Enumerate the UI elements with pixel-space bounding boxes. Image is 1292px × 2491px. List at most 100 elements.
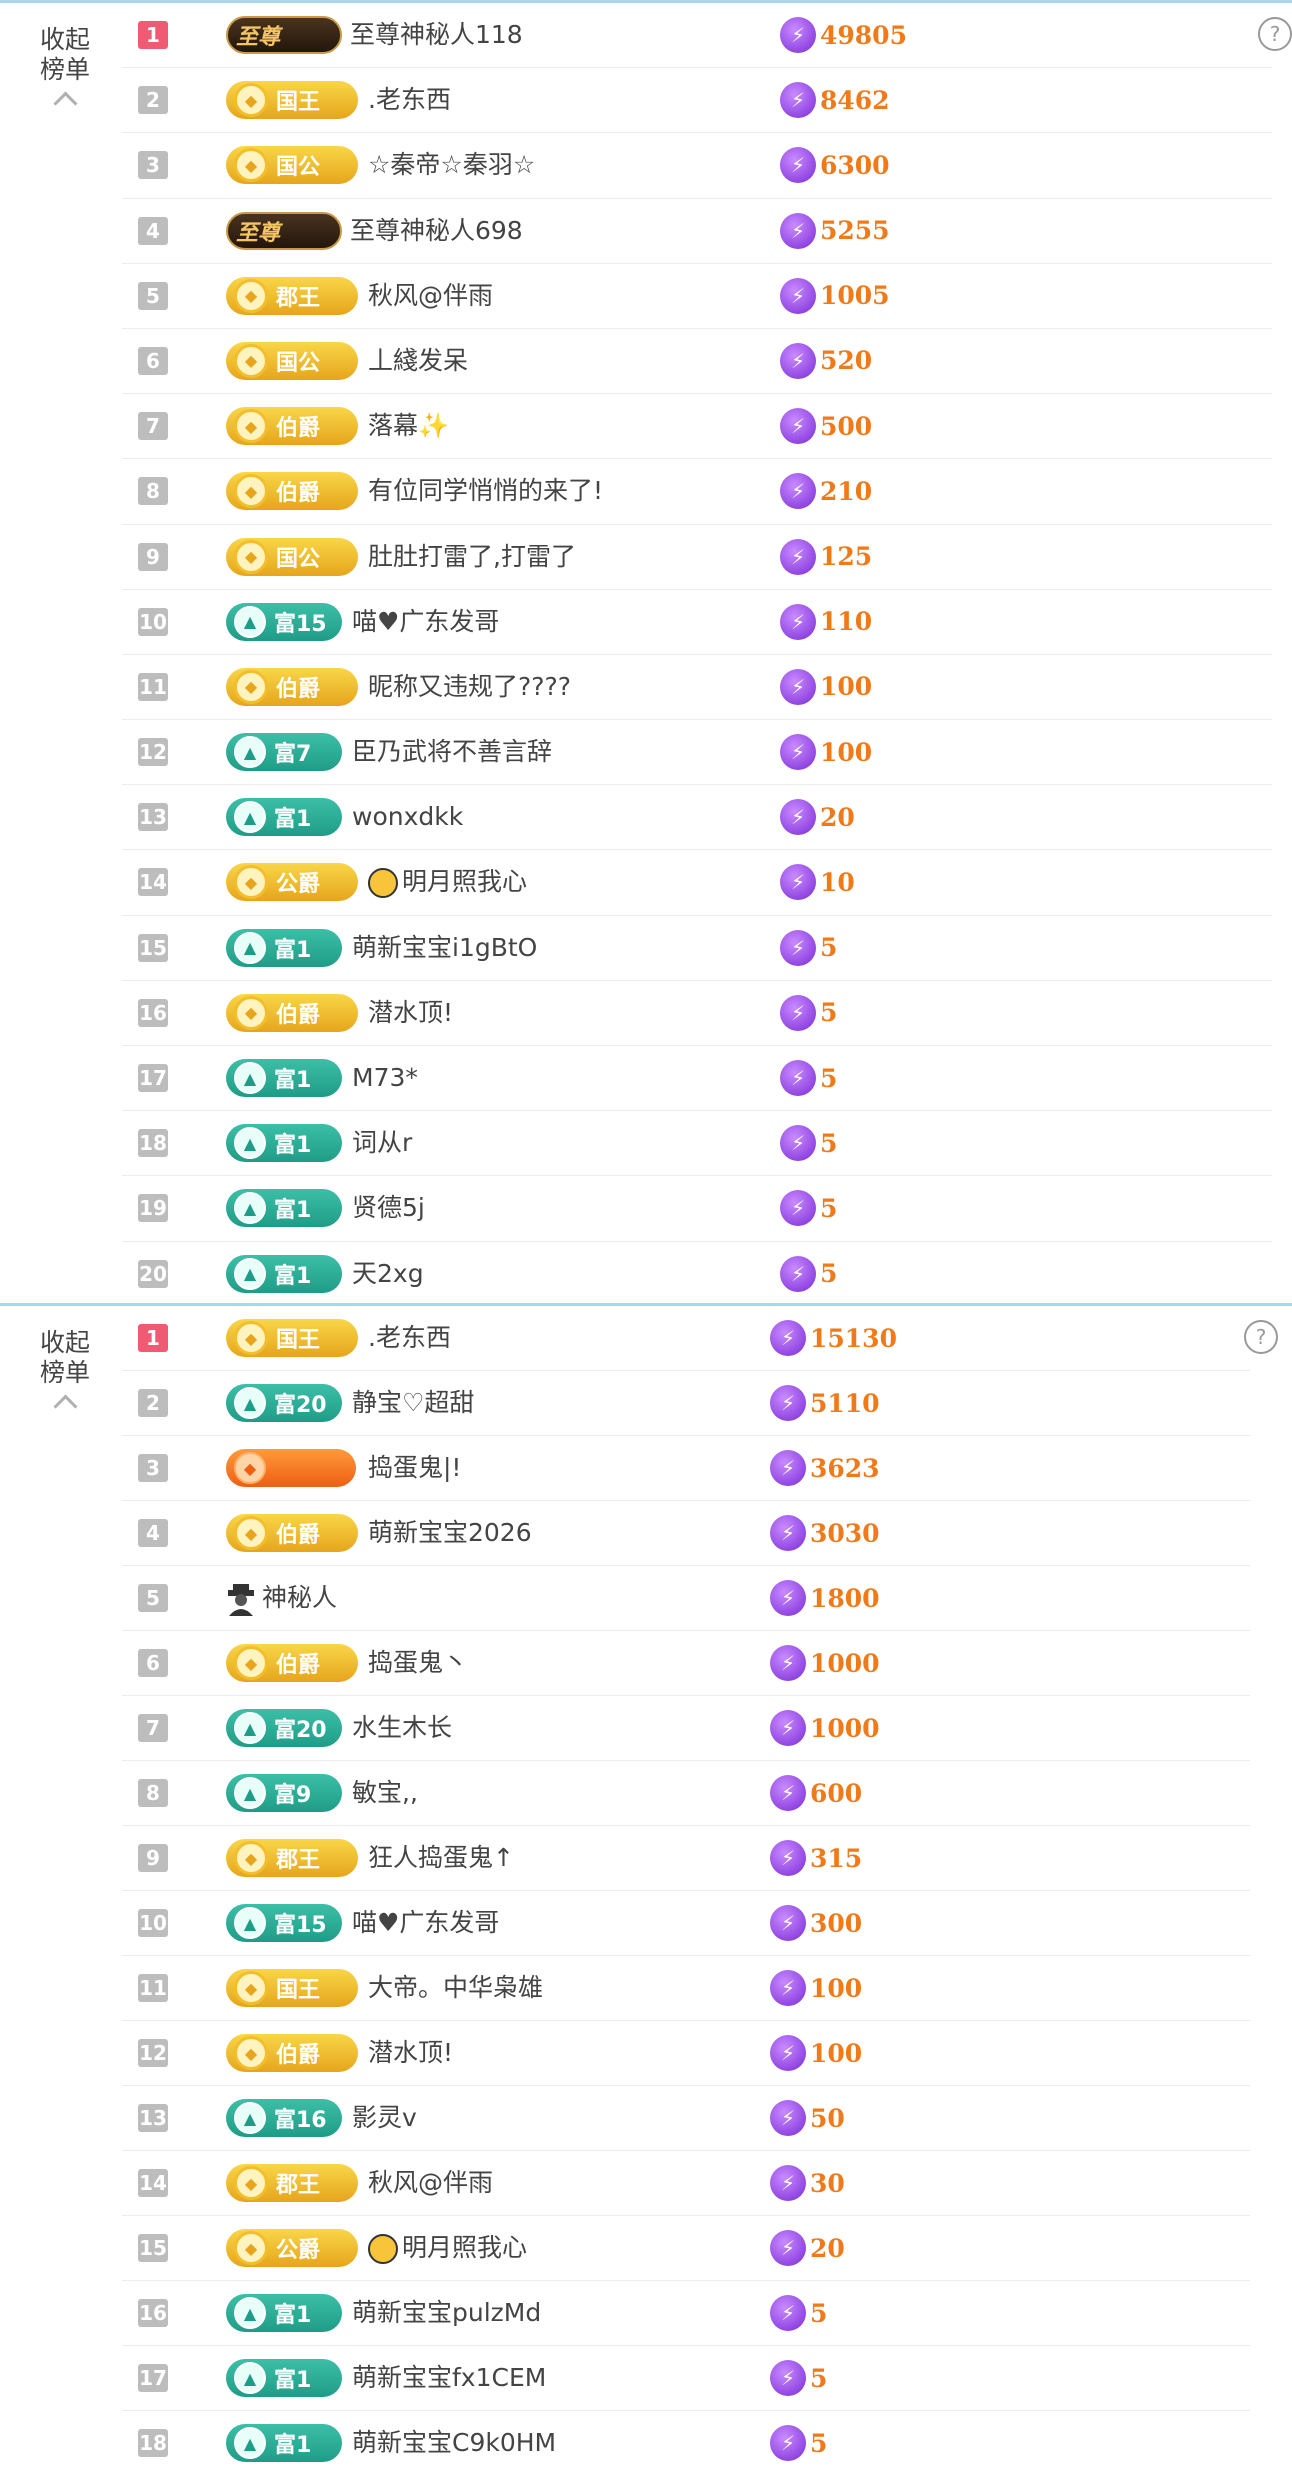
score: ⚡ 6300	[780, 147, 890, 184]
username[interactable]: 萌新宝宝2026	[368, 1517, 532, 1549]
username[interactable]: 秋风@伴雨	[368, 2167, 493, 2199]
leaderboard-panel-b: 收起 榜单 ? 1 ◆ 国王 .老东西 ⚡ 15130 2 ▲ 富20 静宝♡超甜 ⚡ 5110 3 ◆ 捣…	[0, 1303, 1292, 2491]
username[interactable]: wonxdkk	[352, 801, 463, 833]
username-text: 词从r	[352, 1128, 413, 1158]
username-text: M73*	[352, 1063, 418, 1092]
username-text: 萌新宝宝pulzMd	[352, 2298, 542, 2327]
leaderboard-row[interactable]: 10 ▲ 富15 喵♥广东发哥 ⚡ 300	[122, 1891, 1250, 1956]
leaderboard-row[interactable]: 6 ◆ 伯爵 捣蛋鬼丶 ⚡ 1000	[122, 1631, 1250, 1696]
leaderboard-row[interactable]: 7 ◆ 伯爵 落幕✨ ⚡ 500	[122, 394, 1272, 460]
username[interactable]: ☆秦帝☆秦羽☆	[368, 149, 535, 181]
username[interactable]: 昵称又违规了????	[368, 671, 571, 703]
badge-label: 富1	[274, 937, 312, 963]
username[interactable]: 词从r	[352, 1127, 412, 1159]
leaderboard-row[interactable]: 14 ◆ 郡王 秋风@伴雨 ⚡ 30	[122, 2151, 1250, 2216]
crown-icon: ◆	[234, 409, 268, 444]
leaderboard-row[interactable]: 6 ◆ 国公 丄綫发呆 ⚡ 520	[122, 329, 1272, 395]
crown-icon: ◆	[234, 2036, 268, 2070]
username[interactable]: 萌新宝宝C9k0HM	[352, 2427, 556, 2459]
badge-label: 富1	[274, 1198, 312, 1224]
rank-badge: ▲ 富1	[226, 1124, 342, 1163]
username[interactable]: 大帝。中华枭雄	[368, 1972, 543, 2004]
username[interactable]: 贤德5j	[352, 1192, 425, 1224]
leaderboard-row[interactable]: 4 ◆至尊至尊神秘人698 ⚡5255	[122, 199, 1272, 264]
badge-label: 国王	[276, 1978, 321, 2003]
username[interactable]: 神秘人	[262, 1582, 337, 1614]
leaderboard-row[interactable]: 17 ▲ 富1 M73* ⚡ 5	[122, 1046, 1272, 1112]
leaderboard-row[interactable]: 1 ◆ 国王 .老东西 ⚡ 15130	[122, 1306, 1250, 1371]
username[interactable]: 至尊神秘人698	[350, 215, 523, 247]
leaderboard-row[interactable]: 10 ▲ 富15 喵♥广东发哥 ⚡ 110	[122, 590, 1272, 655]
username[interactable]: 丄綫发呆	[368, 345, 468, 377]
username[interactable]: 静宝♡超甜	[352, 1387, 474, 1419]
rank-badge: ◆ 伯爵	[226, 407, 358, 446]
leaderboard-row[interactable]: 20 ▲ 富1 天2xg ⚡ 5	[122, 1242, 1272, 1307]
username[interactable]: 秋风@伴雨	[368, 280, 493, 312]
leaderboard-row[interactable]: 9 ◆ 郡王 狂人捣蛋鬼↑ ⚡ 315	[122, 1826, 1250, 1891]
username[interactable]: 萌新宝宝i1gBtO	[352, 932, 537, 964]
username[interactable]: 落幕✨	[368, 410, 449, 442]
leaderboard-row[interactable]: 15 ◆ 公爵 明月照我心 ⚡ 20	[122, 2216, 1250, 2281]
username[interactable]: 影灵v	[352, 2102, 417, 2134]
leaderboard-row[interactable]: 2 ▲ 富20 静宝♡超甜 ⚡ 5110	[122, 1371, 1250, 1436]
leaderboard-row[interactable]: 16 ▲ 富1 萌新宝宝pulzMd ⚡ 5	[122, 2281, 1250, 2346]
username-text: .老东西	[368, 1323, 451, 1352]
leaderboard-row[interactable]: 1 ◆至尊至尊神秘人118 ⚡49805	[122, 3, 1272, 69]
score-value: 15130	[810, 1323, 897, 1353]
leaderboard-row[interactable]: 15 ▲ 富1 萌新宝宝i1gBtO ⚡ 5	[122, 916, 1272, 981]
score: ⚡ 30	[770, 2165, 845, 2201]
leaderboard-row[interactable]: 7 ▲ 富20 水生木长 ⚡ 1000	[122, 1696, 1250, 1761]
triangle-icon: ▲	[234, 931, 266, 964]
username[interactable]: 敏宝,,	[352, 1777, 418, 1809]
leaderboard-row[interactable]: 2 ◆ 国王 .老东西 ⚡ 8462	[122, 68, 1272, 134]
username[interactable]: 臣乃武将不善言辞	[352, 736, 552, 768]
username[interactable]: 至尊神秘人118	[350, 19, 523, 51]
username[interactable]: 狂人捣蛋鬼↑	[368, 1842, 514, 1874]
leaderboard-row[interactable]: 12 ◆ 伯爵 潜水顶! ⚡ 100	[122, 2021, 1250, 2086]
leaderboard-row[interactable]: 16 ◆ 伯爵 潜水顶! ⚡ 5	[122, 981, 1272, 1046]
leaderboard-row[interactable]: 11 ◆ 国王 大帝。中华枭雄 ⚡ 100	[122, 1956, 1250, 2021]
leaderboard-row[interactable]: 3 ◆ 捣蛋鬼|! ⚡ 3623	[122, 1436, 1250, 1501]
leaderboard-row[interactable]: 8 ▲ 富9 敏宝,, ⚡ 600	[122, 1761, 1250, 1826]
collapse-leaderboard-toggle[interactable]: 收起 榜单	[22, 1328, 108, 1419]
leaderboard-row[interactable]: 3 ◆ 国公 ☆秦帝☆秦羽☆ ⚡ 6300	[122, 133, 1272, 199]
leaderboard-row[interactable]: 8 ◆ 伯爵 有位同学悄悄的来了! ⚡ 210	[122, 459, 1272, 525]
leaderboard-row[interactable]: 18 ▲ 富1 萌新宝宝C9k0HM ⚡ 5	[122, 2411, 1250, 2476]
leaderboard-row[interactable]: 13 ▲ 富16 影灵v ⚡ 50	[122, 2086, 1250, 2151]
leaderboard-row[interactable]: 5 神秘人 ⚡ 1800	[122, 1566, 1250, 1631]
leaderboard-row[interactable]: 9 ◆ 国公 肚肚打雷了,打雷了 ⚡ 125	[122, 525, 1272, 590]
leaderboard-row[interactable]: 5 ◆ 郡王 秋风@伴雨 ⚡ 1005	[122, 264, 1272, 329]
leaderboard-row[interactable]: 19 ▲ 富1 贤德5j ⚡ 5	[122, 1176, 1272, 1242]
username[interactable]: 天2xg	[352, 1258, 424, 1290]
username[interactable]: 有位同学悄悄的来了!	[368, 475, 603, 507]
leaderboard-row[interactable]: 4 ◆ 伯爵 萌新宝宝2026 ⚡ 3030	[122, 1501, 1250, 1566]
leaderboard-row[interactable]: 14 ◆ 公爵 明月照我心 ⚡ 10	[122, 850, 1272, 916]
username[interactable]: 水生木长	[352, 1712, 452, 1744]
username[interactable]: 喵♥广东发哥	[352, 1907, 499, 1939]
username[interactable]: 明月照我心	[368, 866, 527, 899]
leaderboard-row[interactable]: 12 ▲ 富7 臣乃武将不善言辞 ⚡ 100	[122, 720, 1272, 786]
username[interactable]: 萌新宝宝pulzMd	[352, 2297, 541, 2329]
username[interactable]: .老东西	[368, 84, 451, 116]
username[interactable]: 捣蛋鬼|!	[368, 1452, 461, 1484]
username[interactable]: M73*	[352, 1062, 418, 1094]
collapse-leaderboard-toggle[interactable]: 收起 榜单	[22, 25, 108, 116]
username[interactable]: 明月照我心	[368, 2232, 527, 2264]
username[interactable]: 潜水顶!	[368, 997, 453, 1029]
username[interactable]: 肚肚打雷了,打雷了	[368, 541, 576, 573]
leaderboard-row[interactable]: 17 ▲ 富1 萌新宝宝fx1CEM ⚡ 5	[122, 2346, 1250, 2411]
leaderboard-row[interactable]: 18 ▲ 富1 词从r ⚡ 5	[122, 1111, 1272, 1177]
score: ⚡ 15130	[770, 1320, 897, 1356]
username[interactable]: .老东西	[368, 1322, 451, 1354]
username[interactable]: 潜水顶!	[368, 2037, 453, 2069]
leaderboard-list: 1◆至尊至尊神秘人118⚡498052◆国王.老东西⚡84623◆国公☆秦帝☆秦…	[122, 3, 1272, 1307]
rank-badge: ▲ 富1	[226, 1189, 342, 1228]
username[interactable]: 萌新宝宝fx1CEM	[352, 2362, 546, 2394]
leaderboard-row[interactable]: 13 ▲ 富1 wonxdkk ⚡ 20	[122, 785, 1272, 851]
rank-number: 9	[138, 542, 168, 571]
leaderboard-row[interactable]: 11 ◆ 伯爵 昵称又违规了???? ⚡ 100	[122, 655, 1272, 721]
username[interactable]: 喵♥广东发哥	[352, 606, 499, 638]
username[interactable]: 捣蛋鬼丶	[368, 1647, 468, 1679]
lightning-icon: ⚡	[780, 538, 816, 575]
score: ⚡ 20	[770, 2230, 845, 2266]
